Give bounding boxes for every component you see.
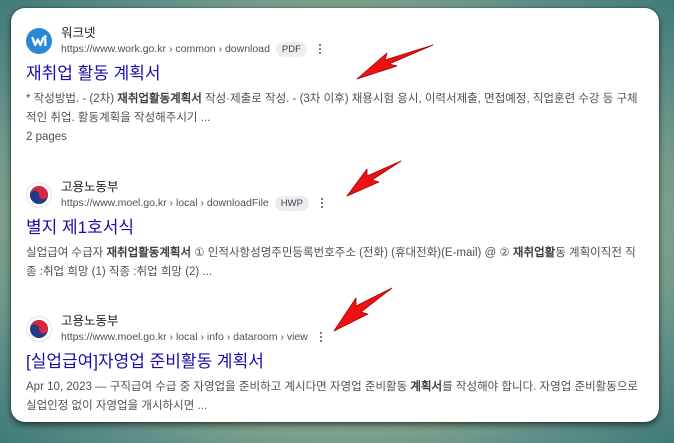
- search-results-card: 워크넷 https://www.work.go.kr › common › do…: [11, 8, 659, 422]
- result-url: https://www.work.go.kr › common › downlo…: [61, 43, 270, 55]
- worknet-logo-icon: [26, 28, 52, 54]
- snippet-highlight: 재취업활: [512, 247, 556, 259]
- result-title-link[interactable]: 재취업 활동 계획서: [26, 62, 646, 86]
- result-snippet: 실업급여 수급자 재취업활동계획서 ① 인적사항성명주민등록번호주소 (전화) …: [26, 244, 646, 282]
- snippet-highlight: 재취업활동계획서: [106, 247, 192, 259]
- result-url: https://www.moel.go.kr › local › downloa…: [61, 197, 269, 209]
- result-title-link[interactable]: [실업급여]자영업 준비활동 계획서: [26, 350, 646, 374]
- site-name: 고용노동부: [61, 314, 119, 328]
- file-type-badge: HWP: [274, 195, 309, 211]
- moel-taegeuk-logo-icon: [26, 182, 52, 208]
- search-result: 고용노동부 https://www.moel.go.kr › local › d…: [26, 177, 646, 282]
- site-name: 워크넷: [61, 26, 96, 40]
- snippet-text: 실업급여 수급자: [26, 247, 107, 259]
- search-result: 워크넷 https://www.work.go.kr › common › do…: [26, 23, 646, 146]
- snippet-text: * 작성방법. - (2차): [26, 93, 118, 105]
- more-options-icon[interactable]: [318, 330, 324, 344]
- snippet-highlight: 계획서: [410, 381, 443, 393]
- result-source[interactable]: 워크넷 https://www.work.go.kr › common › do…: [26, 23, 646, 59]
- more-options-icon[interactable]: [317, 42, 323, 56]
- result-snippet: Apr 10, 2023 — 구직급여 수급 중 자영업을 준비하고 계시다면 …: [26, 378, 646, 416]
- snippet-text: Apr 10, 2023 — 구직급여 수급 중 자영업을 준비하고 계시다면 …: [26, 381, 411, 393]
- result-source[interactable]: 고용노동부 https://www.moel.go.kr › local › d…: [26, 177, 646, 213]
- snippet-text: ① 인적사항성명주민등록번호주소 (전화) (휴대전화)(E-mail) @ ②: [191, 247, 513, 259]
- result-snippet: * 작성방법. - (2차) 재취업활동계획서 작성·제출로 작성. - (3차…: [26, 90, 646, 128]
- file-type-badge: PDF: [275, 41, 307, 57]
- more-options-icon[interactable]: [319, 196, 325, 210]
- red-arrow-icon: [333, 287, 393, 332]
- page-count: 2 pages: [26, 131, 67, 143]
- moel-taegeuk-logo-icon: [26, 316, 52, 342]
- result-url: https://www.moel.go.kr › local › info › …: [61, 331, 308, 343]
- result-title-link[interactable]: 별지 제1호서식: [26, 216, 646, 240]
- red-arrow-icon: [356, 44, 434, 80]
- site-name: 고용노동부: [61, 180, 119, 194]
- red-arrow-icon: [346, 160, 402, 197]
- snippet-highlight: 재취업활동계획서: [117, 93, 202, 105]
